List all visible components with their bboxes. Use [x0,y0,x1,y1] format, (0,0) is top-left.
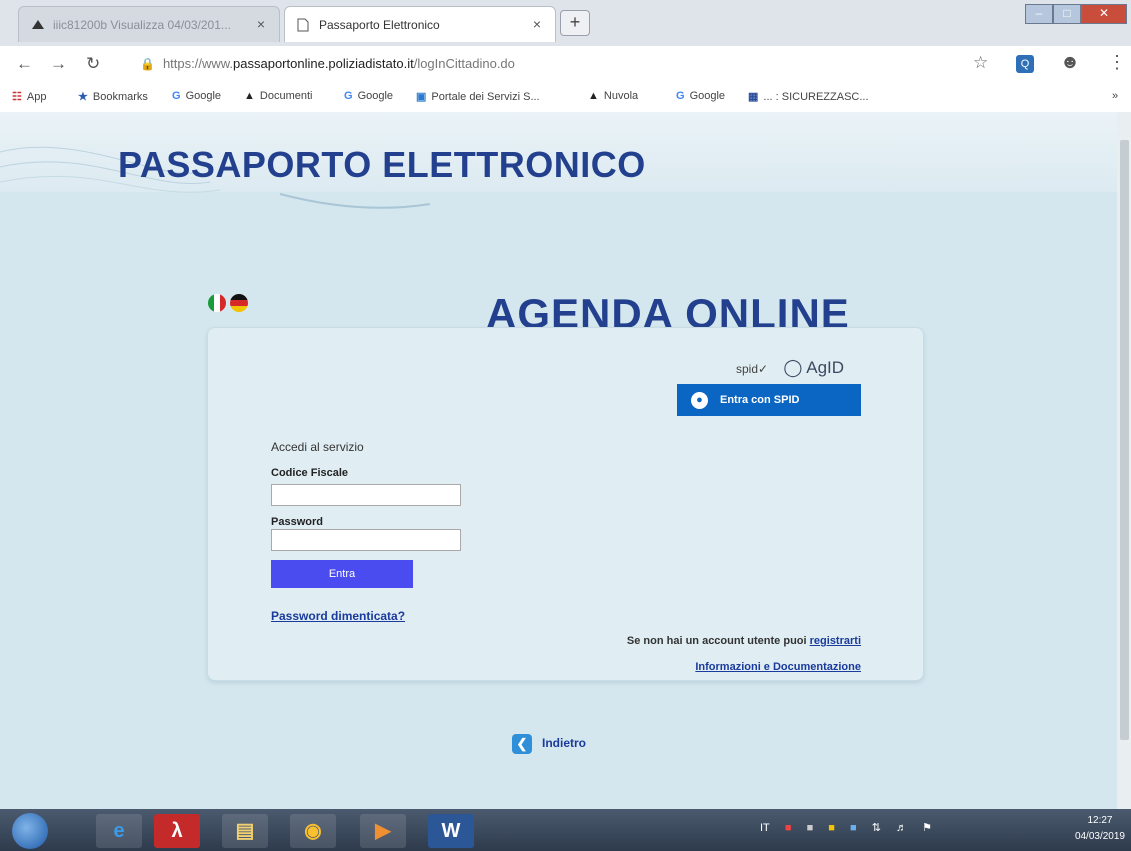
spid-logo: spid✓ [736,362,769,376]
file-explorer-icon[interactable]: ▤ [222,814,268,848]
bookmark-apps[interactable]: ☷ App [12,90,46,103]
browser-tab-bar: iiic81200b Visualizza 04/03/201... × Pas… [0,0,1131,46]
user-icon: ● [691,391,708,409]
window-controls: – □ ✕ [1025,4,1127,24]
codice-fiscale-label: Codice Fiscale [271,467,349,479]
cloud-icon: ▲ [244,90,255,102]
password-label: Password [271,516,323,528]
back-label: Indietro [542,736,586,751]
agid-emblem-icon: ◯ [783,358,803,377]
bookmark-bookmarks[interactable]: ★ Bookmarks [78,90,148,103]
cloud-icon: ▲ [588,90,599,102]
volume-icon[interactable]: ♬ [896,822,907,834]
word-icon[interactable]: W [428,814,474,848]
header-banner: PASSAPORTO ELETTRONICO [0,112,1131,209]
lock-icon: 🔒 [140,57,155,71]
google-icon: G [676,90,685,102]
tray-app-icon[interactable]: ■ [850,822,857,834]
forward-arrow-icon[interactable]: → [50,54,67,74]
tray-app-icon[interactable]: ■ [807,822,814,834]
browser-tab-active[interactable]: Passaporto Elettronico × [284,6,556,42]
login-card: spid✓ ◯ AgID ● Entra con SPID Accedi al … [207,327,924,681]
url-domain: passaportonline.poliziadistato.it [233,56,414,71]
spid-login-button[interactable]: ● Entra con SPID [677,384,861,416]
windows-taskbar: e λ ▤ ◉ ▶ W IT ■ ■ ■ ■ ⇅ ♬ ⚑ 12:27 04/03… [0,809,1131,851]
network-icon[interactable]: ⇅ [872,822,881,834]
document-icon: ▦ [748,91,759,103]
italian-flag-icon[interactable] [208,294,226,312]
back-link[interactable]: ❮ Indietro [512,734,586,754]
reload-icon[interactable]: ↻ [86,54,100,74]
bookmark-star-icon[interactable]: ☆ [973,53,988,73]
bookmark-google[interactable]: G Google [172,90,221,102]
clock-time: 12:27 [1087,815,1113,826]
agid-logo: ◯ AgID [783,358,845,377]
maximize-button[interactable]: □ [1053,4,1081,24]
start-button[interactable] [12,813,48,849]
close-tab-icon[interactable]: × [533,16,541,32]
address-toolbar: ← → ↻ 🔒 https://www.passaportonline.poliz… [0,46,1131,83]
new-tab-button[interactable]: + [560,10,590,36]
register-prefix: Se non hai un account utente puoi [626,635,810,647]
cloud-icon [31,18,45,33]
acrobat-icon[interactable]: λ [154,814,200,848]
bookmark-nuvola[interactable]: ▲ Nuvola [588,90,638,102]
url-path: /logInCittadino.do [413,56,515,71]
close-tab-icon[interactable]: × [257,16,265,32]
profile-icon[interactable]: ☻ [1060,52,1080,74]
page-content: PASSAPORTO ELETTRONICO AGENDA ONLINE spi… [0,112,1131,809]
bookmarks-bar: ☷ App ★ Bookmarks G Google ▲ Documenti G Goog… [0,82,1131,113]
bookmark-google-3[interactable]: G Google [676,90,725,102]
forgot-password-link[interactable]: Password dimenticata? [271,609,405,623]
back-arrow-icon: ❮ [512,734,532,754]
scrollbar-thumb[interactable] [1120,140,1129,740]
flag-icon[interactable]: ⚑ [922,822,932,834]
clock[interactable]: 12:27 04/03/2019 [1075,813,1125,845]
minimize-button[interactable]: – [1025,4,1053,24]
browser-tab-inactive[interactable]: iiic81200b Visualizza 04/03/201... × [18,6,280,42]
language-flags [208,294,249,312]
star-icon: ★ [78,91,88,103]
back-arrow-icon[interactable]: ← [16,54,33,74]
tab-title: Passaporto Elettronico [319,18,440,32]
bookmark-portale[interactable]: ▣ Portale dei Servizi S... [416,90,540,103]
site-title: PASSAPORTO ELETTRONICO [118,144,646,185]
password-input[interactable] [271,529,461,551]
google-icon: G [344,90,353,102]
bookmark-documenti[interactable]: ▲ Documenti [244,90,312,102]
spid-agid-logos: spid✓ ◯ AgID [736,358,844,378]
url-prefix: https://www. [162,56,234,71]
google-icon: G [172,90,181,102]
register-text: Se non hai un account utente puoi regist… [627,635,861,647]
login-button[interactable]: Entra [271,560,413,588]
close-window-button[interactable]: ✕ [1081,4,1127,24]
german-flag-icon[interactable] [230,294,249,312]
system-tray: IT ■ ■ ■ ■ ⇅ ♬ ⚑ [760,821,944,834]
info-documentation-link[interactable]: Informazioni e Documentazione [695,661,861,673]
menu-kebab-icon[interactable]: ⋮ [1108,52,1126,73]
media-player-icon[interactable]: ▶ [360,814,406,848]
bookmark-google-2[interactable]: G Google [344,90,393,102]
spid-button-label: Entra con SPID [720,394,800,406]
bookmarks-overflow[interactable]: » [1112,90,1118,102]
page-scrollbar[interactable] [1117,112,1131,809]
url-bar[interactable]: 🔒 https://www.passaportonline.poliziadist… [140,51,1000,77]
tray-app-icon[interactable]: ■ [785,822,792,834]
apps-grid-icon: ☷ [12,91,22,103]
chrome-icon[interactable]: ◉ [290,814,336,848]
portal-icon: ▣ [416,91,427,103]
language-indicator[interactable]: IT [760,822,770,834]
tray-app-icon[interactable]: ■ [828,822,835,834]
codice-fiscale-input[interactable] [271,484,461,506]
page-icon [297,18,309,35]
access-title: Accedi al servizio [271,440,364,454]
extension-icon[interactable]: Q [1016,55,1034,73]
bookmark-sicurezza[interactable]: ▦... : SICUREZZASC... [748,90,869,103]
tab-title: iiic81200b Visualizza 04/03/201... [53,18,231,32]
internet-explorer-icon[interactable]: e [96,814,142,848]
clock-date: 04/03/2019 [1074,831,1125,842]
register-link[interactable]: registrarti [810,635,861,647]
